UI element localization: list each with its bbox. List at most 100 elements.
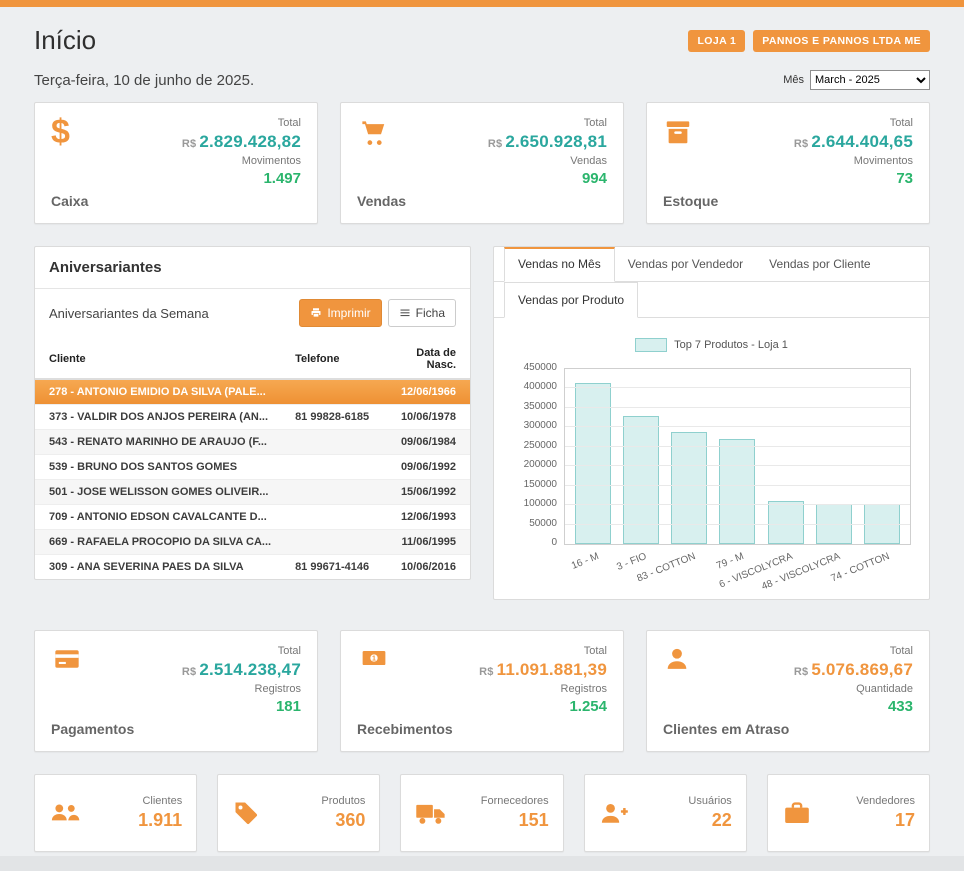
estoque-title: Estoque bbox=[663, 193, 718, 209]
month-label: Mês bbox=[783, 74, 804, 86]
counter-label: Fornecedores bbox=[481, 795, 549, 807]
vendas-title: Vendas bbox=[357, 193, 406, 209]
clientes-atraso-title: Clientes em Atraso bbox=[663, 721, 789, 737]
x-axis: 16 - M3 - FIO83 - COTTON79 - M6 - VISCOL… bbox=[564, 545, 911, 593]
pagamentos-title: Pagamentos bbox=[51, 721, 134, 737]
topbar bbox=[0, 0, 964, 7]
legend-swatch bbox=[635, 338, 667, 352]
current-date: Terça-feira, 10 de junho de 2025. bbox=[34, 72, 254, 89]
table-row[interactable]: 669 - RAFAELA PROCOPIO DA SILVA CA...11/… bbox=[35, 530, 470, 555]
recebimentos-total: R$11.091.881,39 bbox=[479, 660, 607, 680]
gridline bbox=[565, 407, 910, 408]
total-label: Total bbox=[890, 645, 913, 657]
chart-legend: Top 7 Produtos - Loja 1 bbox=[512, 338, 911, 352]
month-select[interactable]: March - 2025 bbox=[810, 70, 930, 90]
y-tick-label: 150000 bbox=[524, 479, 557, 490]
table-row[interactable]: 709 - ANTONIO EDSON CAVALCANTE D...12/06… bbox=[35, 505, 470, 530]
legend-label: Top 7 Produtos - Loja 1 bbox=[674, 339, 788, 351]
y-tick-label: 300000 bbox=[524, 420, 557, 431]
chart-bar bbox=[719, 439, 755, 544]
vendas-card: Vendas Total R$2.650.928,81 Vendas 994 bbox=[340, 102, 624, 224]
table-row[interactable]: 309 - ANA SEVERINA PAES DA SILVA81 99671… bbox=[35, 555, 470, 580]
credit-card-icon bbox=[51, 645, 134, 673]
caixa-title: Caixa bbox=[51, 193, 88, 209]
table-row[interactable]: 373 - VALDIR DOS ANJOS PEREIRA (AN...81 … bbox=[35, 405, 470, 430]
cart-icon bbox=[357, 117, 406, 147]
y-tick-label: 250000 bbox=[524, 440, 557, 451]
tag-icon bbox=[232, 799, 260, 827]
count-label: Movimentos bbox=[854, 155, 913, 167]
gridline bbox=[565, 387, 910, 388]
vendas-count: 994 bbox=[582, 170, 607, 187]
birthdays-panel: Aniversariantes Aniversariantes da Seman… bbox=[34, 246, 471, 580]
vendedores-counter-card: Vendedores 17 bbox=[767, 774, 930, 852]
dashboard-page: Início LOJA 1 PANNOS E PANNOS LTDA ME Te… bbox=[0, 25, 964, 852]
total-label: Total bbox=[584, 645, 607, 657]
total-label: Total bbox=[278, 645, 301, 657]
y-axis: 0500001000001500002000002500003000003500… bbox=[512, 368, 564, 543]
caixa-count: 1.497 bbox=[263, 170, 301, 187]
fornecedores-counter-card: Fornecedores 151 bbox=[400, 774, 563, 852]
archive-box-icon bbox=[663, 117, 718, 147]
counter-label: Clientes bbox=[142, 795, 182, 807]
gridline bbox=[565, 465, 910, 466]
count-label: Registros bbox=[255, 683, 301, 695]
company-badge[interactable]: PANNOS E PANNOS LTDA ME bbox=[753, 30, 930, 52]
table-row[interactable]: 539 - BRUNO DOS SANTOS GOMES09/06/1992 bbox=[35, 455, 470, 480]
vendas-total: R$2.650.928,81 bbox=[488, 132, 607, 152]
produtos-counter-card: Produtos 360 bbox=[217, 774, 380, 852]
table-header-row: Cliente Telefone Data de Nasc. bbox=[35, 341, 470, 379]
total-label: Total bbox=[584, 117, 607, 129]
clientes-atraso-count: 433 bbox=[888, 698, 913, 715]
month-filter: Mês March - 2025 bbox=[783, 70, 930, 90]
counter-value: 360 bbox=[335, 810, 365, 831]
estoque-count: 73 bbox=[896, 170, 913, 187]
tab-vendas-no-mes[interactable]: Vendas no Mês bbox=[504, 247, 615, 282]
subtab-vendas-por-produto[interactable]: Vendas por Produto bbox=[504, 282, 638, 318]
plot-area bbox=[564, 368, 911, 545]
print-button[interactable]: Imprimir bbox=[299, 299, 381, 327]
gridline bbox=[565, 504, 910, 505]
gridline bbox=[565, 446, 910, 447]
tab-vendas-por-vendedor[interactable]: Vendas por Vendedor bbox=[615, 247, 756, 281]
y-tick-label: 400000 bbox=[524, 381, 557, 392]
col-telefone: Telefone bbox=[281, 341, 384, 379]
gridline bbox=[565, 426, 910, 427]
ficha-button[interactable]: Ficha bbox=[388, 299, 456, 327]
tab-vendas-por-cliente[interactable]: Vendas por Cliente bbox=[756, 247, 883, 281]
total-label: Total bbox=[890, 117, 913, 129]
count-label: Registros bbox=[561, 683, 607, 695]
counter-value: 1.911 bbox=[138, 810, 182, 831]
bar-chart: Top 7 Produtos - Loja 1 0 50000 100000 1500… bbox=[494, 318, 929, 599]
table-row[interactable]: 501 - JOSE WELISSON GOMES OLIVEIR...15/0… bbox=[35, 480, 470, 505]
sales-tabs: Vendas no Mês Vendas por Vendedor Vendas… bbox=[494, 247, 929, 282]
y-tick-label: 0 bbox=[551, 537, 557, 548]
x-tick-label: 79 - M bbox=[715, 551, 745, 572]
recebimentos-title: Recebimentos bbox=[357, 721, 453, 737]
footer-strip bbox=[0, 856, 964, 871]
clientes-atraso-card: Clientes em Atraso Total R$5.076.869,67 … bbox=[646, 630, 930, 752]
y-tick-label: 100000 bbox=[524, 498, 557, 509]
counter-label: Vendedores bbox=[856, 795, 915, 807]
birthdays-subtitle: Aniversariantes da Semana bbox=[49, 306, 209, 321]
pagamentos-total: R$2.514.238,47 bbox=[182, 660, 301, 680]
table-row[interactable]: 278 - ANTONIO EMIDIO DA SILVA (PALE...12… bbox=[35, 379, 470, 405]
table-row[interactable]: 543 - RENATO MARINHO DE ARAUJO (F...09/0… bbox=[35, 430, 470, 455]
gridline bbox=[565, 485, 910, 486]
estoque-card: Estoque Total R$2.644.404,65 Movimentos … bbox=[646, 102, 930, 224]
dollar-icon: $ bbox=[51, 117, 88, 148]
counter-value: 17 bbox=[895, 810, 915, 831]
chart-bar bbox=[623, 416, 659, 544]
y-tick-label: 50000 bbox=[529, 518, 557, 529]
caixa-card: $ Caixa Total R$2.829.428,82 Movimentos … bbox=[34, 102, 318, 224]
list-icon bbox=[399, 307, 411, 319]
clientes-atraso-total: R$5.076.869,67 bbox=[794, 660, 913, 680]
total-label: Total bbox=[278, 117, 301, 129]
count-label: Quantidade bbox=[856, 683, 913, 695]
counter-value: 22 bbox=[712, 810, 732, 831]
y-tick-label: 450000 bbox=[524, 362, 557, 373]
store-badge[interactable]: LOJA 1 bbox=[688, 30, 745, 52]
date-row: Terça-feira, 10 de junho de 2025. Mês Ma… bbox=[34, 70, 930, 90]
birthdays-title: Aniversariantes bbox=[35, 247, 470, 289]
header-badges: LOJA 1 PANNOS E PANNOS LTDA ME bbox=[688, 30, 930, 52]
